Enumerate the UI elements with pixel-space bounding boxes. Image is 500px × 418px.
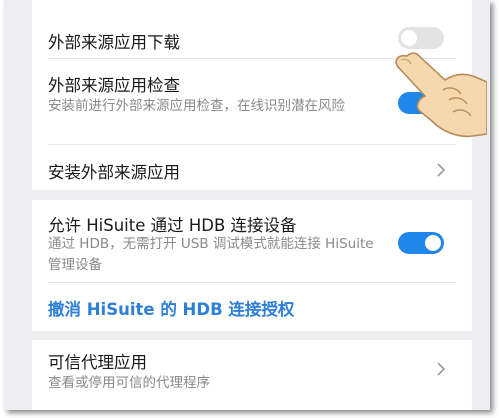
revoke-hdb-link[interactable]: 撤消 HiSuite 的 HDB 连接授权 [48, 296, 294, 320]
hisuite-settings-card: 允许 HiSuite 通过 HDB 连接设备 通过 HDB，无需打开 USB 调… [32, 200, 472, 331]
hisuite-hdb-title: 允许 HiSuite 通过 HDB 连接设备 [48, 216, 297, 235]
trust-agents-title: 可信代理应用 [48, 353, 147, 372]
toggle-knob [401, 30, 417, 46]
chevron-right-icon [437, 362, 446, 376]
trust-agents-card: 可信代理应用 查看或停用可信的代理程序 [32, 340, 472, 410]
chevron-right-icon [437, 163, 446, 177]
hisuite-hdb-description: 通过 HDB，无需打开 USB 调试模式就能连接 HiSuite 管理设备 [48, 236, 374, 273]
trust-agents-row[interactable]: 可信代理应用 查看或停用可信的代理程序 [32, 340, 472, 410]
trust-agents-description: 查看或停用可信的代理程序 [48, 375, 210, 391]
external-check-description: 安装前进行外部来源应用检查，在线识别潜在风险 [48, 98, 345, 114]
install-external-row[interactable]: 安装外部来源应用 [32, 145, 472, 190]
hisuite-hdb-row[interactable]: 允许 HiSuite 通过 HDB 连接设备 通过 HDB，无需打开 USB 调… [32, 200, 472, 282]
revoke-hdb-row[interactable]: 撤消 HiSuite 的 HDB 连接授权 [32, 283, 472, 331]
hisuite-hdb-toggle[interactable] [398, 232, 444, 254]
pointing-hand-icon [395, 52, 487, 138]
external-download-title: 外部来源应用下载 [48, 33, 180, 52]
screenshot-frame: 外部来源应用下载 外部来源应用检查 安装前进行外部来源应用检查，在线识别潜在风险… [4, 0, 490, 410]
install-external-title: 安装外部来源应用 [48, 163, 180, 182]
external-check-title: 外部来源应用检查 [48, 76, 180, 95]
toggle-knob [425, 235, 441, 251]
